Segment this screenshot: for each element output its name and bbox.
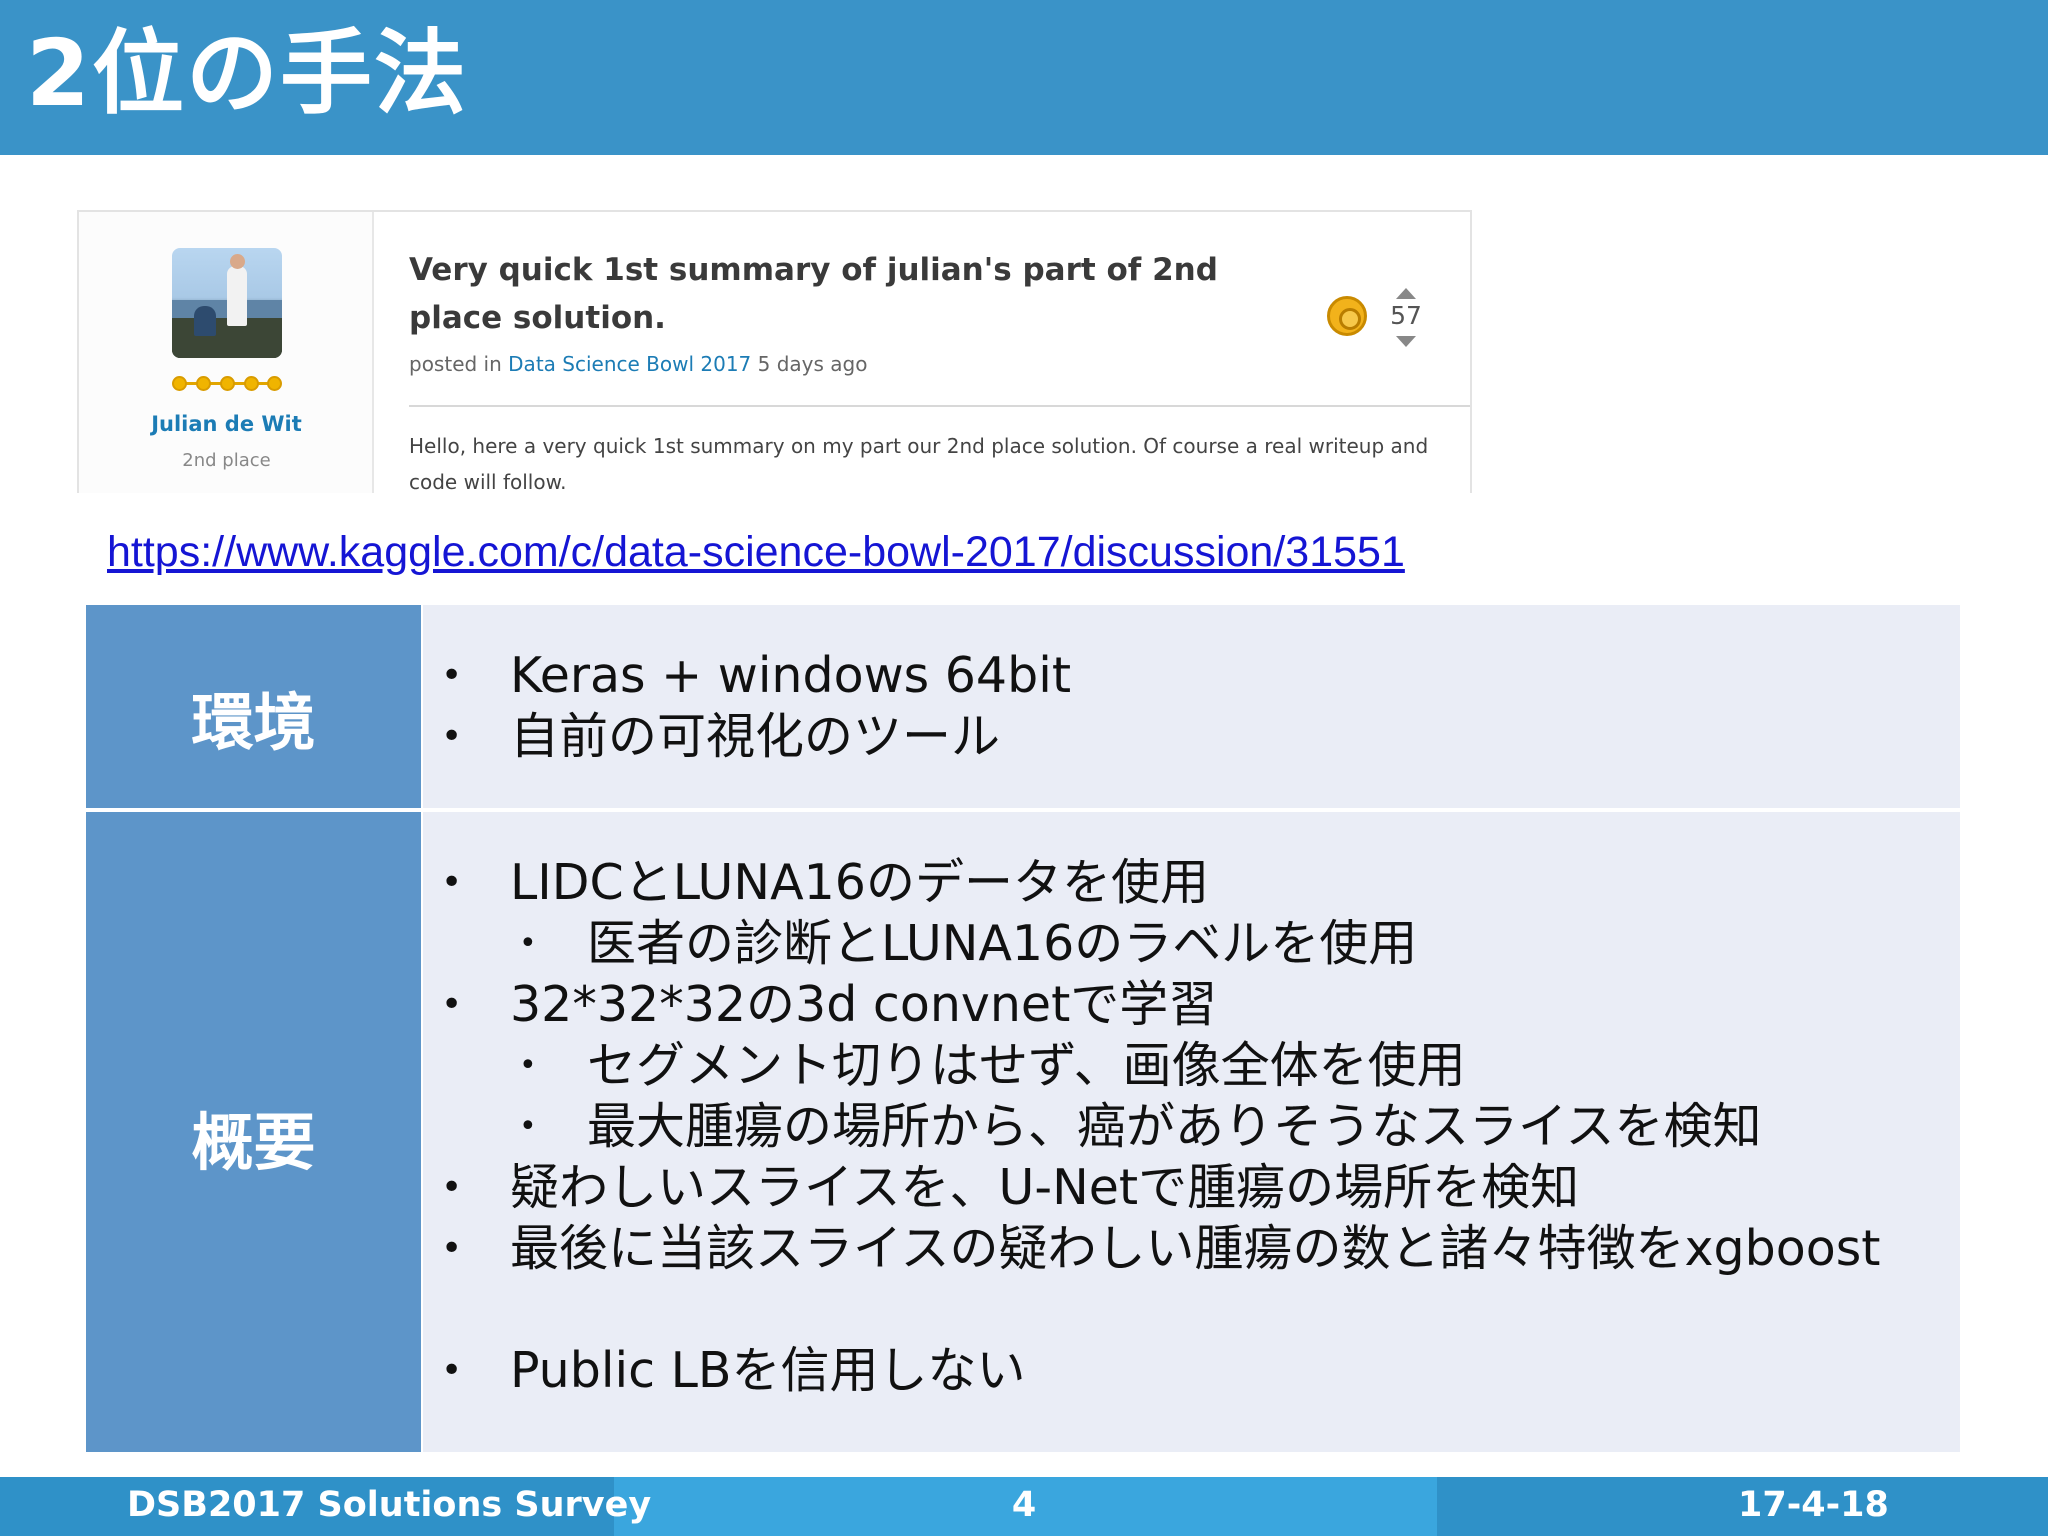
slide-footer: DSB2017 Solutions Survey 4 17-4-18 — [0, 1477, 2048, 1536]
competition-link[interactable]: Data Science Bowl 2017 — [508, 352, 751, 376]
list-subitem: 医者の診断とLUNA16のラベルを使用 — [423, 913, 1880, 974]
gold-medal-icon — [1327, 296, 1367, 336]
list-subitem: セグメント切りはせず、画像全体を使用 — [423, 1035, 1880, 1096]
slide-title: 2位の手法 — [26, 20, 469, 127]
post-meta: posted in Data Science Bowl 2017 5 days … — [409, 352, 867, 376]
footer-date: 17-4-18 — [1738, 1485, 1889, 1525]
list-item: Public LBを信用しない — [423, 1340, 1880, 1401]
summary-label: 概要 — [191, 1106, 316, 1179]
env-content-cell: Keras + windows 64bit 自前の可視化のツール — [423, 605, 1960, 808]
post-meta-prefix: posted in — [409, 352, 502, 376]
discussion-url-link[interactable]: https://www.kaggle.com/c/data-science-bo… — [107, 528, 1405, 577]
avatar[interactable] — [172, 248, 282, 358]
list-item: 疑わしいスライスを、U-Netで腫瘍の場所を検知 — [423, 1157, 1880, 1218]
forum-post-screenshot: Julian de Wit 2nd place Very quick 1st s… — [77, 210, 1472, 493]
list-item: LIDCとLUNA16のデータを使用 — [423, 852, 1880, 913]
post-body: Hello, here a very quick 1st summary on … — [409, 434, 1429, 493]
rank-dots-icon — [172, 375, 282, 391]
list-item: 最後に当該スライスの疑わしい腫瘍の数と諸々特徴をxgboost — [423, 1218, 1880, 1279]
table-row-environment: 環境 Keras + windows 64bit 自前の可視化のツール — [86, 605, 1960, 808]
vote-count: 57 — [1390, 301, 1422, 330]
summary-list: LIDCとLUNA16のデータを使用 医者の診断とLUNA16のラベルを使用 3… — [423, 852, 1880, 1401]
env-label: 環境 — [191, 686, 316, 759]
list-item: 自前の可視化のツール — [423, 706, 1071, 767]
slide-header: 2位の手法 — [0, 0, 2048, 155]
downvote-icon[interactable] — [1396, 336, 1416, 347]
list-item: 32*32*32の3d convnetで学習 — [423, 974, 1880, 1035]
summary-label-cell: 概要 — [86, 812, 421, 1452]
post-title[interactable]: Very quick 1st summary of julian's part … — [409, 246, 1289, 342]
summary-content-cell: LIDCとLUNA16のデータを使用 医者の診断とLUNA16のラベルを使用 3… — [423, 812, 1960, 1452]
upvote-icon[interactable] — [1396, 288, 1416, 299]
post-divider — [409, 405, 1470, 407]
list-subitem: 最大腫瘍の場所から、癌がありそうなスライスを検知 — [423, 1096, 1880, 1157]
list-item: Keras + windows 64bit — [423, 645, 1071, 706]
post-author-panel: Julian de Wit 2nd place — [79, 212, 374, 493]
author-name-link[interactable]: Julian de Wit — [79, 412, 374, 436]
author-rank: 2nd place — [182, 450, 271, 471]
env-list: Keras + windows 64bit 自前の可視化のツール — [423, 645, 1071, 767]
table-row-summary: 概要 LIDCとLUNA16のデータを使用 医者の診断とLUNA16のラベルを使… — [86, 812, 1960, 1452]
post-meta-time: 5 days ago — [757, 352, 868, 376]
env-label-cell: 環境 — [86, 605, 421, 808]
